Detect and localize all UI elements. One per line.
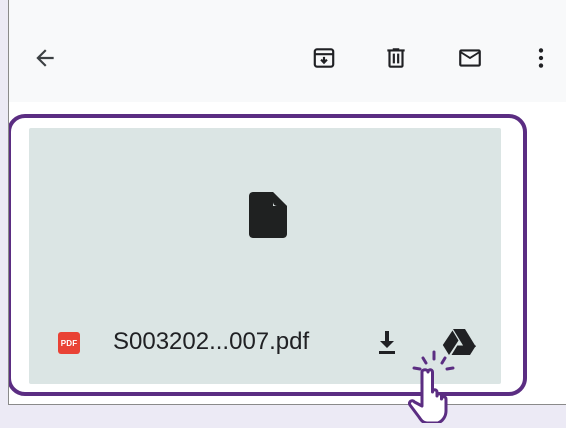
- mail-icon: [459, 49, 481, 67]
- tap-hand-cursor-icon: [400, 348, 470, 428]
- more-vert-icon: [538, 48, 544, 68]
- delete-button[interactable]: [378, 40, 414, 76]
- mark-unread-button[interactable]: [452, 40, 488, 76]
- archive-icon: [313, 48, 335, 68]
- back-arrow-icon: [36, 49, 54, 67]
- delete-icon: [387, 48, 405, 68]
- back-button[interactable]: [27, 40, 63, 76]
- top-app-bar: [9, 0, 566, 102]
- more-options-button[interactable]: [523, 40, 559, 76]
- archive-button[interactable]: [306, 40, 342, 76]
- email-screen: PDF S003202...007.pdf: [8, 0, 566, 405]
